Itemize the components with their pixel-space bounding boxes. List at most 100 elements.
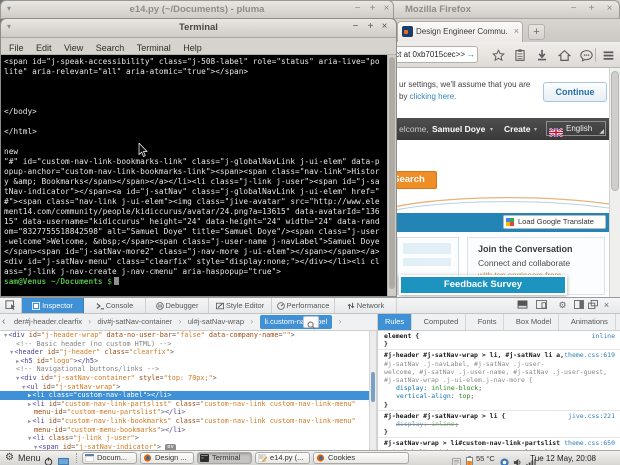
scrollbar-thumb[interactable] (611, 71, 619, 191)
css-source-link[interactable]: theme.css:650 (564, 439, 615, 447)
menu-search[interactable]: Search (96, 43, 125, 53)
maximize-button[interactable]: + (585, 3, 598, 16)
minimize-button[interactable]: − (349, 21, 362, 34)
css-rule-close: } (378, 401, 620, 409)
tab-inspector[interactable]: Inspector (22, 298, 84, 313)
tab-fonts[interactable]: Fonts (471, 314, 505, 330)
tab-performance[interactable]: Performance (272, 298, 335, 313)
undock-window-icon[interactable] (586, 300, 599, 311)
tab-style-editor[interactable]: Style Editor (209, 298, 272, 313)
scrollbar-thumb[interactable] (371, 372, 375, 402)
menu-button[interactable]: Menu (18, 453, 41, 463)
tab-design-engineer-community[interactable]: Design Engineer Commu... × (397, 21, 523, 42)
menu-view[interactable]: View (64, 43, 83, 53)
maximize-button[interactable]: + (364, 21, 377, 34)
markup-line[interactable]: ▼<div id="j-header-wrap" data-no-user-ba… (0, 331, 369, 340)
markup-line[interactable]: ▼<li class="j-link j-user"> (0, 434, 369, 443)
menu-edit[interactable]: Edit (36, 43, 52, 53)
tab-rules[interactable]: Rules (378, 314, 412, 330)
breadcrumb-item[interactable]: ul#j-satNav-wrap (188, 314, 244, 330)
pluma-window-titlebar[interactable]: ▾ e14.py (~/Documents) - pluma − + × (0, 0, 394, 19)
breadcrumb-item[interactable]: div#j-satNav-container (98, 314, 173, 330)
taskbar: ⚙ Menu Docum... Design ... Terminal (0, 450, 620, 465)
markup-line[interactable]: ▼<div id="j-satNav-container" style="top… (0, 374, 369, 383)
update-manager-icon[interactable] (500, 454, 509, 465)
firefox-titlebar[interactable]: Mozilla Firefox − + × (380, 0, 620, 19)
minimize-button[interactable]: − (567, 3, 580, 16)
minimize-button[interactable]: − (351, 3, 364, 16)
go-arrow-icon[interactable]: → (466, 49, 475, 59)
tray-window-icon[interactable] (452, 454, 461, 465)
markup-line[interactable]: ▼<ul id="j-satNav-wrap"> (0, 383, 369, 392)
css-source-link[interactable]: theme.css:619 (564, 351, 615, 359)
css-source-link[interactable]: inline (592, 332, 615, 340)
user-menu[interactable]: Samuel Doye (432, 124, 485, 134)
create-menu[interactable]: Create (504, 124, 530, 134)
taskbar-window-design[interactable]: Design ... (140, 452, 194, 464)
firefox-hello-icon[interactable] (578, 49, 594, 62)
markup-line[interactable]: menu-id="custom-menu-bookmarks"></li> (0, 426, 369, 435)
breadcrumb-item[interactable]: der#j-header.clearfix (14, 314, 82, 330)
tab-computed[interactable]: Computed (417, 314, 467, 330)
terminal-titlebar[interactable]: ▾ Terminal − + × (1, 19, 396, 38)
responsive-mode-icon[interactable] (535, 300, 548, 311)
markup-scrollbar[interactable] (369, 331, 377, 451)
taskbar-window-cookies[interactable]: Cookies (313, 452, 409, 464)
menu-terminal[interactable]: Terminal (137, 43, 171, 53)
css-declaration[interactable]: display: inline-block; (378, 384, 620, 392)
maximize-button[interactable]: + (366, 3, 379, 16)
continue-button[interactable]: Continue (543, 82, 607, 102)
taskbar-window-terminal[interactable]: Terminal (197, 452, 252, 464)
split-console-icon[interactable] (516, 300, 529, 311)
tab-close-icon[interactable]: × (514, 26, 519, 36)
dock-side-icon[interactable] (572, 300, 585, 311)
breadcrumb-back-icon[interactable]: ‹ (2, 314, 5, 330)
tab-animations[interactable]: Animations (564, 314, 616, 330)
battery-temperature-icon[interactable] (466, 453, 473, 465)
load-google-translate-button[interactable]: Load Google Translate (503, 215, 606, 229)
pick-element-icon[interactable] (0, 298, 22, 313)
tab-network[interactable]: Network (335, 298, 397, 313)
taskbar-window-documents[interactable]: Docum... (82, 452, 137, 464)
new-tab-button[interactable]: + (528, 24, 545, 40)
logout-power-icon[interactable] (44, 453, 53, 465)
taskbar-window-e14py[interactable]: e14.py (... (255, 452, 310, 464)
tab-debugger[interactable]: Debugger (146, 298, 209, 313)
terminal-scrollbar[interactable] (387, 55, 396, 296)
menu-gear-icon[interactable]: ⚙ (5, 452, 14, 463)
tab-console[interactable]: Console (84, 298, 146, 313)
bookmark-star-icon[interactable] (490, 49, 506, 62)
search-elements-icon[interactable] (303, 316, 319, 328)
clicking-here-link[interactable]: clicking here. (410, 92, 457, 101)
breadcrumb-item-selected[interactable]: li.custom-nav-label (260, 315, 333, 329)
show-desktop-icon[interactable] (58, 454, 69, 465)
markup-line[interactable]: ▶<h5 id="logo"></h5> (0, 357, 369, 366)
downloads-icon[interactable] (534, 49, 550, 62)
markup-line[interactable]: ▼<header id="j-header" class="clearfix"> (0, 348, 369, 357)
home-icon[interactable] (556, 49, 572, 62)
css-declaration[interactable]: vertical-align: top; (378, 392, 620, 400)
scrollbar-thumb[interactable] (389, 57, 395, 289)
close-button[interactable]: × (378, 21, 391, 34)
bookmarks-menu-icon[interactable] (512, 49, 528, 62)
css-declaration[interactable]: display: inline; (378, 420, 620, 428)
page-scrollbar[interactable] (609, 68, 620, 297)
feedback-survey-banner[interactable]: Feedback Survey (399, 275, 567, 295)
hamburger-menu-icon[interactable] (600, 49, 616, 62)
language-selector[interactable]: English ◢ (546, 121, 606, 136)
settings-gear-icon[interactable]: ⚙ (556, 300, 569, 311)
close-devtools-icon[interactable]: × (600, 300, 613, 311)
menu-file[interactable]: File (9, 43, 24, 53)
markup-line[interactable]: menu-id="custom-menu-partslist"></li> (0, 408, 369, 417)
terminal-screen[interactable]: <span id="j-speak-accessibility" class="… (1, 55, 396, 296)
close-button[interactable]: × (380, 3, 393, 16)
markup-line-selected[interactable]: ▶<li class="custom-nav-label"></li> (0, 391, 369, 400)
menu-help[interactable]: Help (183, 43, 202, 53)
css-source-link[interactable]: jive.css:221 (568, 412, 615, 420)
markup-line[interactable]: ▶<li id="custom-nav-link-partslist" clas… (0, 400, 369, 409)
close-button[interactable]: × (603, 3, 616, 16)
markup-line[interactable]: <!-- Navigational buttons/links --> (0, 365, 369, 374)
markup-line[interactable]: ▶<li id="custom-nav-link-bookmarks" clas… (0, 417, 369, 426)
tab-box-model[interactable]: Box Model (509, 314, 559, 330)
markup-line[interactable]: <!-- Basic header (no custom HTML) --> (0, 340, 369, 349)
